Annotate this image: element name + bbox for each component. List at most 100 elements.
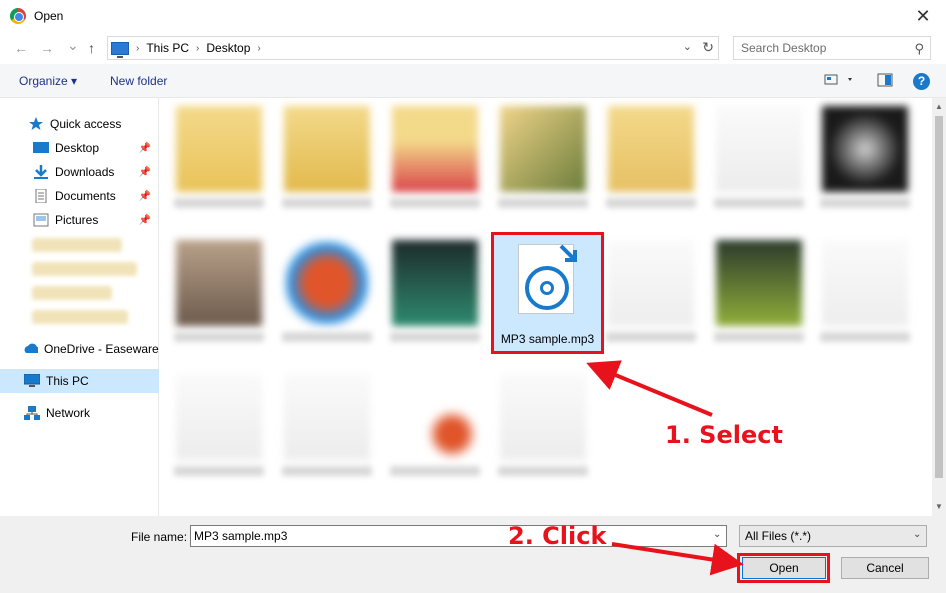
file-name-field[interactable]: MP3 sample.mp3 (190, 525, 727, 547)
blurred-folder-entry (32, 286, 112, 300)
file-tile[interactable] (170, 366, 268, 484)
new-folder-button[interactable]: New folder (110, 74, 167, 88)
folder-icon (500, 106, 586, 192)
blurred-file-label (714, 332, 804, 342)
documents-icon (35, 189, 47, 203)
sidebar-item-label: OneDrive - Easeware (44, 342, 159, 356)
file-tile[interactable] (494, 98, 592, 216)
file-tile[interactable] (710, 98, 808, 216)
file-tile[interactable] (710, 232, 808, 350)
sidebar-item-downloads[interactable]: Downloads 📌 (0, 160, 159, 184)
chrome-icon (10, 8, 26, 24)
scrollbar-thumb[interactable] (935, 116, 943, 478)
back-arrow-icon[interactable]: ← (14, 40, 28, 56)
file-icon (284, 374, 370, 460)
scroll-up-icon[interactable]: ▲ (935, 102, 943, 111)
selected-file-tile[interactable]: MP3 sample.mp3 (491, 232, 604, 354)
file-type-dropdown-icon[interactable]: ⌄ (913, 529, 921, 540)
open-button-highlight (737, 553, 830, 583)
file-tile[interactable] (602, 232, 700, 350)
folder-icon (392, 106, 478, 192)
sidebar-item-documents[interactable]: Documents 📌 (0, 184, 159, 208)
sidebar-item-label: Pictures (55, 213, 99, 227)
blurred-file-label (390, 332, 480, 342)
file-tile[interactable] (386, 232, 484, 350)
file-tile[interactable] (170, 98, 268, 216)
music-disc-icon (525, 266, 569, 310)
sidebar-item-label: Quick access (50, 117, 122, 131)
blurred-file-label (498, 466, 588, 476)
window-title: Open (34, 9, 64, 23)
blurred-file-label (820, 198, 910, 208)
vertical-scrollbar[interactable]: ▲ ▼ (932, 98, 946, 516)
blurred-file-label (498, 198, 588, 208)
blurred-file-label (174, 198, 264, 208)
file-tile[interactable] (170, 232, 268, 350)
search-icon: ⚲ (914, 41, 924, 56)
navigation-pane: Quick access Desktop 📌 Downloads 📌 Docum… (0, 98, 159, 516)
file-tile[interactable] (278, 232, 376, 350)
preview-pane-icon[interactable] (877, 72, 893, 91)
file-icon (176, 374, 262, 460)
computer-icon (24, 374, 40, 387)
file-tile[interactable] (386, 366, 484, 484)
selected-file-name: MP3 sample.mp3 (500, 332, 595, 346)
app-shortcut-icon (284, 240, 370, 326)
up-arrow-icon[interactable]: ↑ (88, 40, 95, 56)
pin-icon: 📌 (138, 166, 151, 178)
file-tile[interactable] (278, 366, 376, 484)
file-type-select[interactable]: All Files (*.*) (739, 525, 927, 547)
breadcrumb-desktop[interactable]: Desktop (206, 41, 250, 55)
file-tile[interactable] (386, 98, 484, 216)
address-row: ← → ⌄ ↑ › This PC › Desktop › ⌄ ↻ Search… (0, 32, 946, 64)
refresh-icon[interactable]: ↻ (702, 39, 714, 56)
address-dropdown-icon[interactable]: ⌄ (683, 40, 692, 53)
file-tile[interactable] (602, 98, 700, 216)
file-tile[interactable] (494, 366, 592, 484)
blurred-file-label (606, 332, 696, 342)
blurred-file-label (820, 332, 910, 342)
folder-icon (176, 106, 262, 192)
shortcut-arrow-icon (559, 244, 577, 262)
file-icon (608, 240, 694, 326)
sidebar-item-label: Network (46, 406, 91, 420)
pin-icon: 📌 (138, 214, 151, 226)
sidebar-item-desktop[interactable]: Desktop 📌 (0, 136, 159, 160)
annotation-step2: 2. Click (508, 522, 607, 550)
recent-locations-chevron-icon[interactable]: ⌄ (67, 37, 79, 54)
sidebar-item-onedrive[interactable]: OneDrive - Easeware (0, 337, 159, 361)
annotation-step1: 1. Select (665, 421, 783, 449)
change-view-icon[interactable] (824, 72, 854, 91)
scroll-down-icon[interactable]: ▼ (935, 502, 943, 511)
close-button[interactable]: ✕ (900, 0, 946, 32)
sidebar-item-this-pc[interactable]: This PC (0, 369, 159, 393)
download-icon (34, 165, 48, 179)
file-tile[interactable] (816, 232, 914, 350)
help-icon[interactable]: ? (913, 73, 930, 90)
search-input[interactable]: Search Desktop ⚲ (733, 36, 931, 60)
command-bar: Organize ▾ New folder ? (0, 64, 946, 98)
sidebar-item-label: Documents (55, 189, 116, 203)
app-shortcut-icon (392, 240, 478, 326)
organize-button[interactable]: Organize ▾ (19, 74, 77, 88)
address-bar[interactable]: › This PC › Desktop › ⌄ ↻ (107, 36, 719, 60)
file-name-label: File name: (131, 530, 188, 544)
sidebar-item-pictures[interactable]: Pictures 📌 (0, 208, 159, 232)
sidebar-item-label: Downloads (55, 165, 115, 179)
blurred-file-label (390, 466, 480, 476)
breadcrumb-separator: › (257, 42, 261, 54)
sidebar-item-quick-access[interactable]: Quick access (0, 112, 159, 136)
breadcrumb-this-pc[interactable]: This PC (146, 41, 189, 55)
sidebar-item-network[interactable]: Network (0, 401, 159, 425)
forward-arrow-icon[interactable]: → (40, 40, 54, 56)
blurred-file-label (606, 198, 696, 208)
sidebar-item-label: Desktop (55, 141, 100, 155)
blurred-folder-entry (32, 262, 137, 276)
folder-icon (608, 106, 694, 192)
file-tile[interactable] (816, 98, 914, 216)
blurred-file-label (174, 332, 264, 342)
file-name-dropdown-icon[interactable]: ⌄ (713, 529, 721, 540)
cancel-button[interactable]: Cancel (841, 557, 929, 579)
file-tile[interactable] (278, 98, 376, 216)
dialog-footer: File name: MP3 sample.mp3 ⌄ All Files (*… (0, 516, 946, 593)
